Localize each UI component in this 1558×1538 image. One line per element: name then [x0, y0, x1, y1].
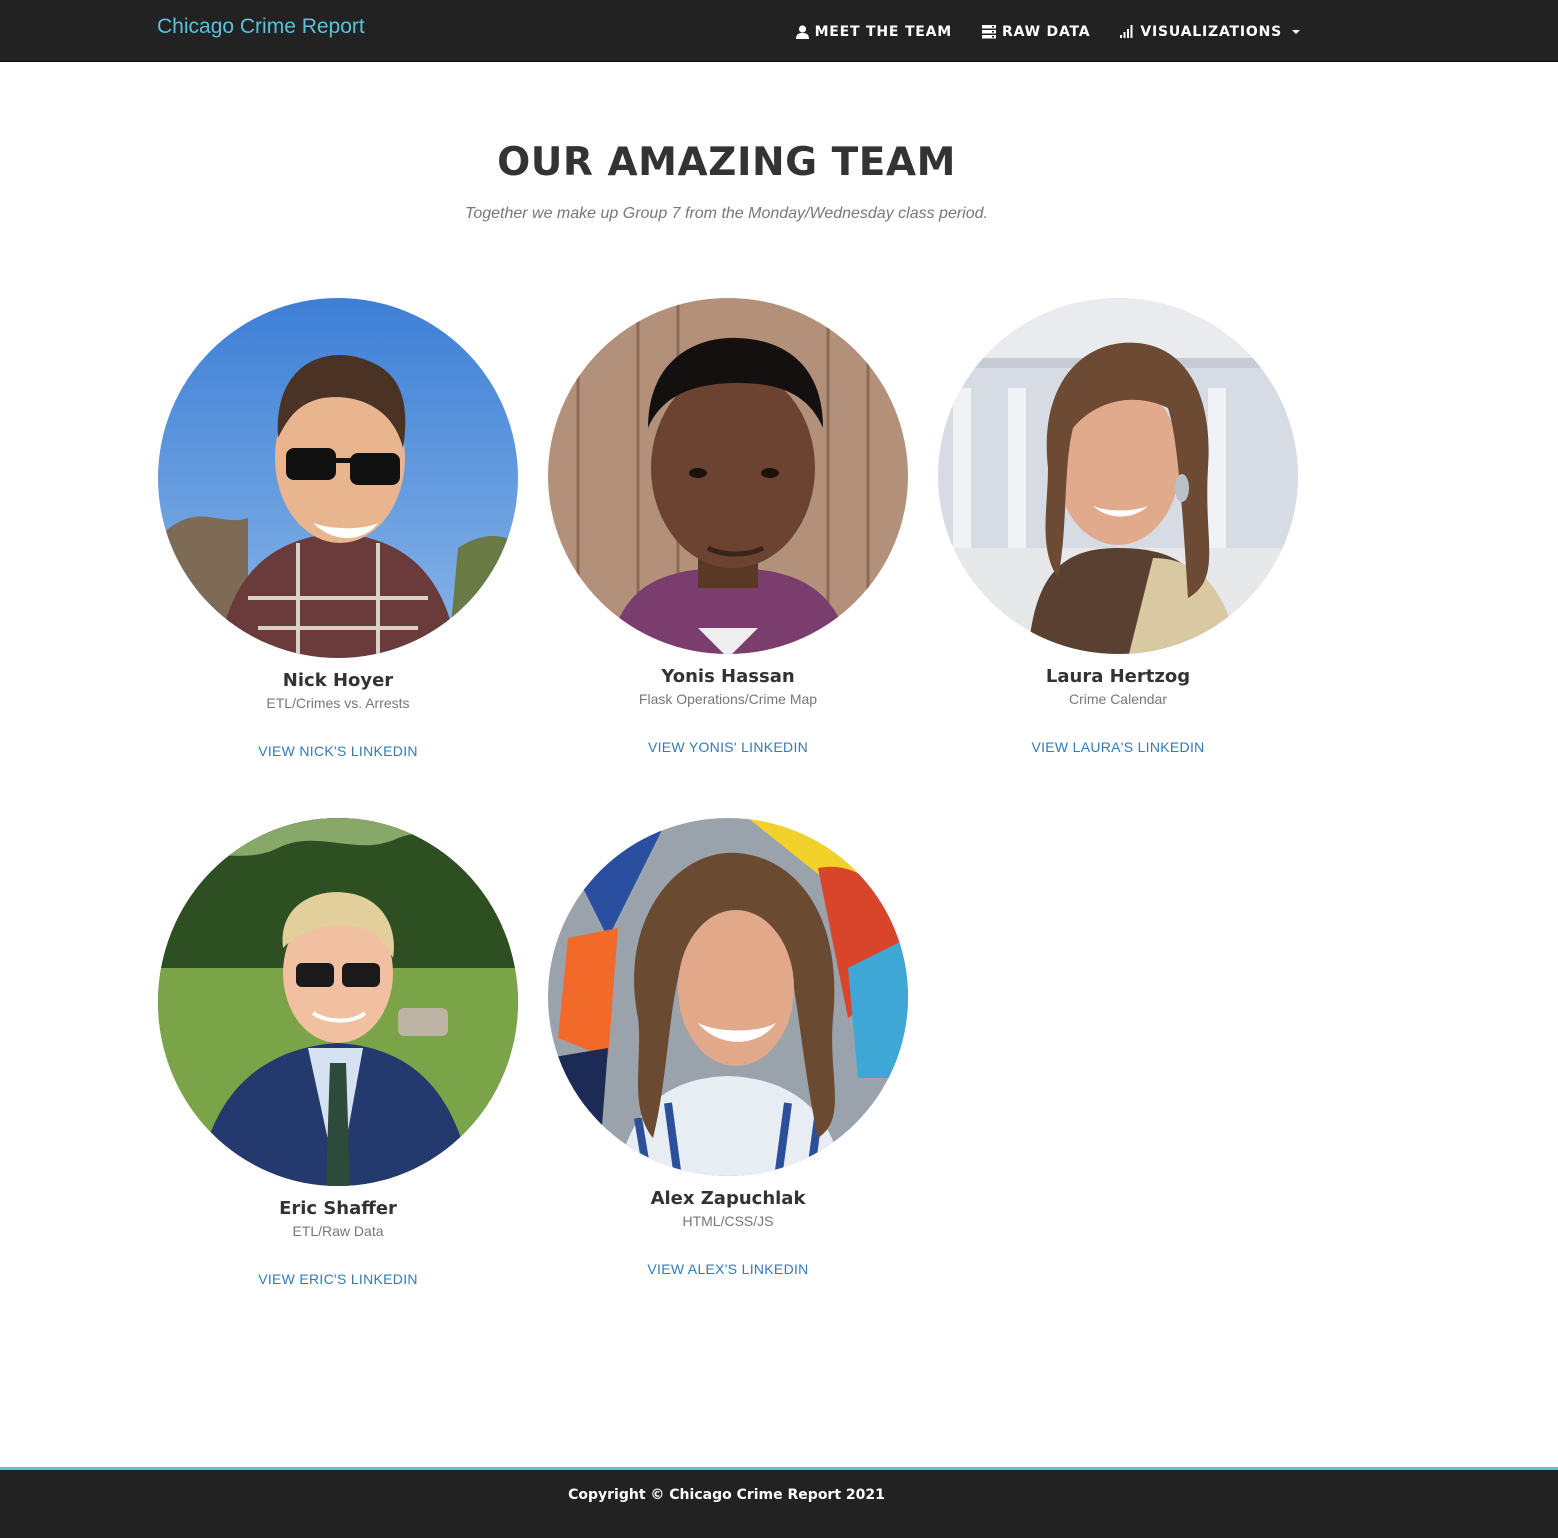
- copyright-text: Copyright © Chicago Crime Report 2021: [568, 1487, 885, 1503]
- member-role: Crime Calendar: [1068, 691, 1168, 707]
- team-member-card: Eric Shaffer ETL/Raw Data VIEW ERIC'S LI…: [158, 818, 518, 1289]
- team-member-card: Laura Hertzog Crime Calendar VIEW LAURA'…: [938, 298, 1298, 757]
- linkedin-link[interactable]: VIEW ERIC'S LINKEDIN: [258, 1271, 418, 1287]
- caret-down-icon: [1292, 29, 1300, 34]
- member-role: HTML/CSS/JS: [682, 1213, 774, 1229]
- member-role: Flask Operations/Crime Map: [638, 691, 818, 707]
- user-icon: [795, 24, 809, 39]
- nav-label: RAW DATA: [1002, 23, 1091, 40]
- member-name: Laura Hertzog: [1045, 666, 1191, 687]
- linkedin-link[interactable]: VIEW NICK'S LINKEDIN: [258, 743, 418, 759]
- top-navbar: Chicago Crime Report MEET THE TEAM RAW D…: [0, 0, 1558, 62]
- member-name: Eric Shaffer: [279, 1198, 397, 1219]
- footer: Copyright © Chicago Crime Report 2021: [0, 1467, 1558, 1538]
- nav-label: VISUALIZATIONS: [1140, 23, 1282, 40]
- database-icon: [982, 24, 997, 39]
- member-photo: [158, 818, 518, 1186]
- member-name: Yonis Hassan: [661, 666, 795, 687]
- member-photo: [548, 818, 908, 1176]
- member-role: ETL/Raw Data: [292, 1223, 384, 1239]
- linkedin-link[interactable]: VIEW YONIS' LINKEDIN: [648, 739, 808, 755]
- team-member-card: Yonis Hassan Flask Operations/Crime Map …: [548, 298, 908, 757]
- main-nav: MEET THE TEAM RAW DATA VISUALIZATIONS: [795, 0, 1300, 62]
- nav-raw-data[interactable]: RAW DATA: [982, 23, 1090, 40]
- page-subtitle: Together we make up Group 7 from the Mon…: [465, 205, 988, 222]
- member-photo: [938, 298, 1298, 654]
- team-member-card: Alex Zapuchlak HTML/CSS/JS VIEW ALEX'S L…: [548, 818, 908, 1279]
- brand-link[interactable]: Chicago Crime Report: [157, 15, 365, 39]
- member-name: Alex Zapuchlak: [650, 1188, 806, 1209]
- linkedin-link[interactable]: VIEW ALEX'S LINKEDIN: [647, 1261, 808, 1277]
- nav-visualizations-dropdown[interactable]: VISUALIZATIONS: [1120, 23, 1300, 40]
- member-name: Nick Hoyer: [282, 670, 394, 691]
- page-title: OUR AMAZING TEAM: [497, 140, 956, 185]
- nav-label: MEET THE TEAM: [814, 23, 953, 40]
- member-photo: [158, 298, 518, 658]
- member-photo: [548, 298, 908, 654]
- nav-meet-the-team[interactable]: MEET THE TEAM: [795, 23, 953, 40]
- signal-icon: [1120, 25, 1134, 38]
- member-role: ETL/Crimes vs. Arrests: [266, 695, 410, 711]
- team-member-card: Nick Hoyer ETL/Crimes vs. Arrests VIEW N…: [158, 298, 518, 761]
- linkedin-link[interactable]: VIEW LAURA'S LINKEDIN: [1031, 739, 1204, 755]
